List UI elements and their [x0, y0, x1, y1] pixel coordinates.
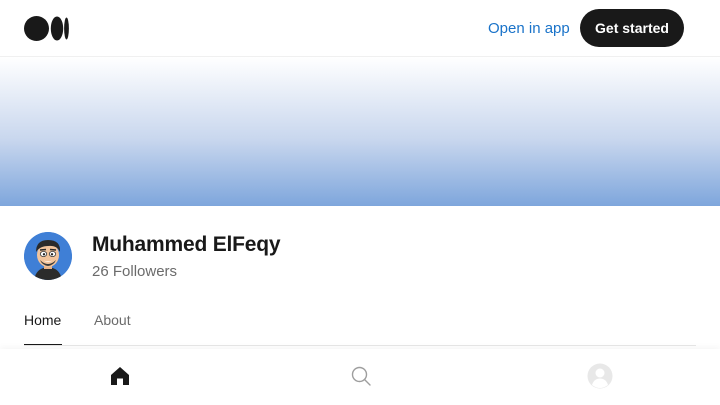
- profile-tabs: Home About: [24, 308, 696, 346]
- profile-banner: [0, 57, 720, 206]
- bottom-navigation: [0, 349, 720, 405]
- user-profile-icon[interactable]: [587, 363, 613, 389]
- home-icon[interactable]: [107, 363, 133, 389]
- tab-about[interactable]: About: [94, 310, 131, 330]
- profile-name: Muhammed ElFeqy: [92, 233, 281, 256]
- top-bar: Open in app Get started: [0, 0, 720, 57]
- active-tab-indicator: [24, 344, 62, 345]
- get-started-button[interactable]: Get started: [580, 9, 684, 47]
- open-in-app-link[interactable]: Open in app: [488, 19, 570, 39]
- tab-home[interactable]: Home: [24, 310, 61, 330]
- followers-count[interactable]: 26 Followers: [92, 262, 177, 282]
- avatar[interactable]: [24, 232, 72, 280]
- medium-logo-icon[interactable]: [24, 16, 70, 41]
- search-icon[interactable]: [348, 363, 374, 389]
